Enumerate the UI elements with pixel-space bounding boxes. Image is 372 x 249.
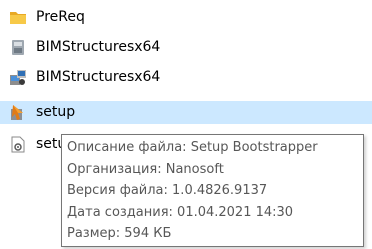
tooltip-version: Версия файла: 1.0.4826.9137 [67, 183, 268, 199]
file-name: BIMStructuresx64 [36, 69, 161, 85]
file-row-setup-exe[interactable]: setup [0, 101, 372, 124]
folder-icon [9, 9, 27, 26]
tooltip-description: Описание файла: Setup Bootstrapper [67, 140, 318, 155]
file-row-bimstructures-cab[interactable]: BIMStructuresx64 [0, 36, 372, 59]
file-name: BIMStructuresx64 [36, 39, 161, 55]
config-file-icon [9, 136, 27, 153]
file-name: PreReq [36, 9, 85, 25]
setup-exe-icon [9, 104, 27, 121]
tooltip-company: Организация: Nanosoft [67, 161, 224, 177]
tooltip-created: Дата создания: 01.04.2021 14:30 [67, 204, 294, 220]
file-info-tooltip: Описание файла: Setup Bootstrapper Орган… [61, 134, 364, 247]
tooltip-size: Размер: 594 КБ [67, 226, 172, 242]
file-row-prereq[interactable]: PreReq [0, 6, 372, 29]
file-name: setup [36, 104, 76, 120]
disk-package-icon [9, 39, 27, 56]
installer-package-icon [9, 69, 27, 86]
file-row-bimstructures-msi[interactable]: BIMStructuresx64 [0, 66, 372, 89]
file-list: PreReq BIMStructuresx64 BIMStructuresx64 [0, 0, 372, 249]
